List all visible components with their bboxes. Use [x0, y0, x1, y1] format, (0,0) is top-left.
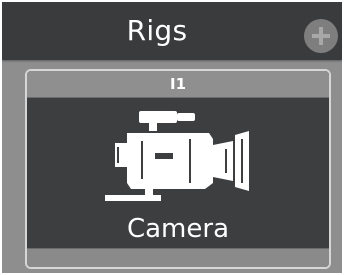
panel-title: Rigs [126, 14, 188, 47]
panel-header: Rigs [2, 2, 342, 60]
rig-card-footer [27, 248, 329, 267]
rig-name-label: Camera [126, 214, 230, 244]
rig-card[interactable]: I1 Camera [25, 69, 331, 269]
video-camera-icon [105, 111, 249, 201]
rig-card-header: I1 [27, 71, 329, 98]
add-rig-button[interactable] [304, 19, 338, 53]
rigs-panel: Rigs I1 Camera [0, 0, 344, 275]
rig-id-label: I1 [169, 75, 187, 93]
